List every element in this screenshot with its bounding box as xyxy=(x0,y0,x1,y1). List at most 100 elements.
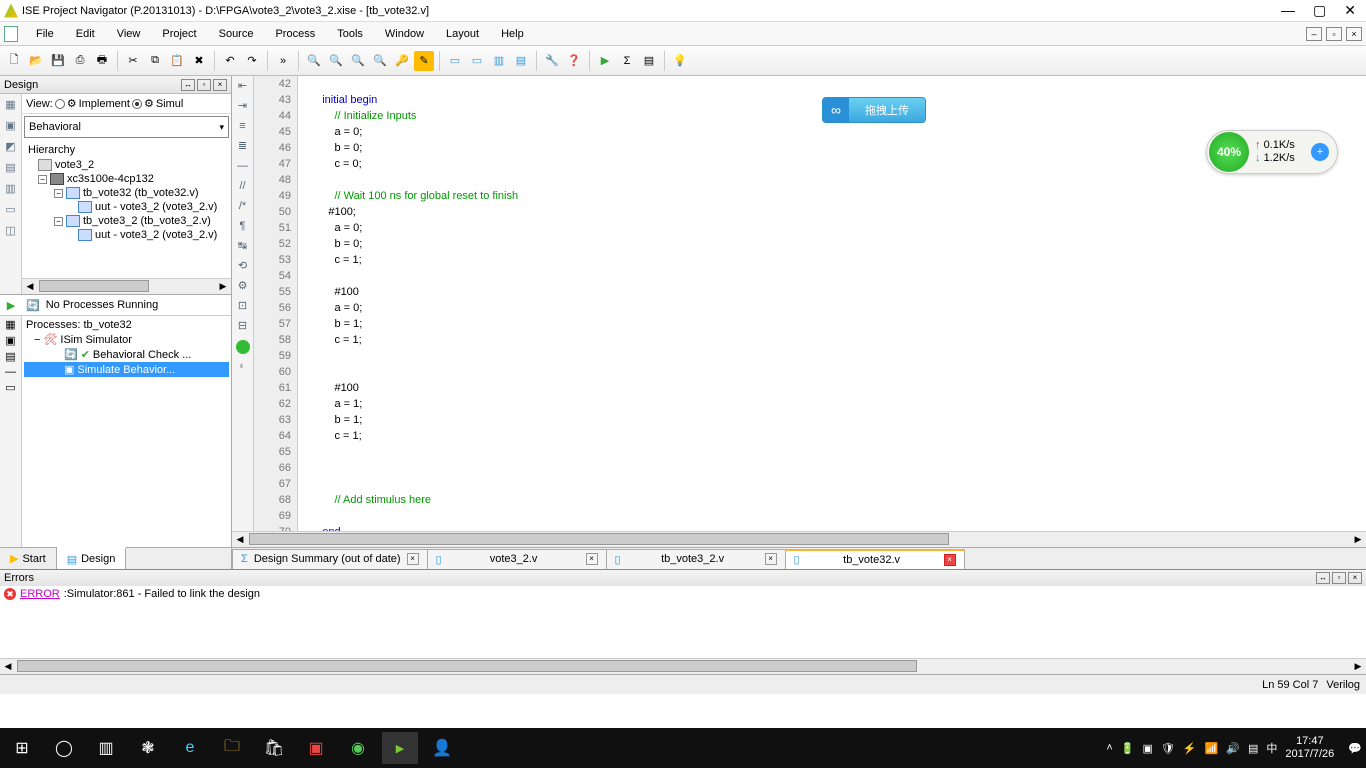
ise-taskbar-icon[interactable]: ▶ xyxy=(382,732,418,764)
menu-file[interactable]: File xyxy=(26,26,64,42)
close-button[interactable]: ✕ xyxy=(1344,2,1356,19)
proc-simulate[interactable]: ▣Simulate Behavior... xyxy=(24,362,229,377)
tree-device[interactable]: xc3s100e-4cp132 xyxy=(67,173,154,185)
undo-button[interactable]: ↶ xyxy=(220,51,240,71)
minimize-button[interactable]: — xyxy=(1281,2,1295,19)
proc-isim[interactable]: −🛠ISim Simulator xyxy=(24,332,229,347)
win4-button[interactable]: ▤ xyxy=(511,51,531,71)
tray-3[interactable]: 🛡 xyxy=(1161,742,1175,755)
st-3[interactable]: ◩ xyxy=(2,138,20,156)
lang-icon[interactable]: 中 xyxy=(1266,740,1277,756)
et-9[interactable]: ↹ xyxy=(234,238,252,256)
hierarchy-tree[interactable]: Hierarchy vote3_2 −xc3s100e-4cp132 −tb_v… xyxy=(22,140,231,278)
win3-button[interactable]: ▥ xyxy=(489,51,509,71)
code-editor[interactable]: 4243444546474849505152535455565758596061… xyxy=(254,76,1366,531)
start-button[interactable]: ⊞ xyxy=(4,732,40,764)
st-4[interactable]: ▤ xyxy=(2,159,20,177)
tray-up-icon[interactable]: ˄ xyxy=(1106,742,1112,754)
et-5[interactable]: — xyxy=(234,158,252,176)
st-7[interactable]: ◫ xyxy=(2,222,20,240)
notif-icon[interactable]: 💬 xyxy=(1348,742,1362,755)
tray-4[interactable]: ⚡ xyxy=(1183,742,1197,755)
pst-4[interactable]: — xyxy=(5,366,16,378)
menu-process[interactable]: Process xyxy=(265,26,325,42)
pst-5[interactable]: ▭ xyxy=(5,381,15,394)
find-button[interactable]: 🔍 xyxy=(304,51,324,71)
et-2[interactable]: ⇥ xyxy=(234,98,252,116)
key-button[interactable]: 🔑 xyxy=(392,51,412,71)
tab-design[interactable]: ▤Design xyxy=(57,547,127,569)
taskbar-clock[interactable]: 17:472017/7/26 xyxy=(1285,735,1334,761)
edge-icon[interactable]: e xyxy=(172,732,208,764)
st-1[interactable]: ▦ xyxy=(2,96,20,114)
volume-icon[interactable]: 🔊 xyxy=(1226,742,1240,755)
expand-icon[interactable]: − xyxy=(54,189,63,198)
doc-tab[interactable]: ▯tb_vote32.v× xyxy=(785,549,965,569)
menu-edit[interactable]: Edit xyxy=(66,26,105,42)
et-7[interactable]: /* xyxy=(234,198,252,216)
speed-widget[interactable]: 40% ↑ 0.1K/s ↓ 1.2K/s + xyxy=(1206,130,1338,174)
wifi-icon[interactable]: 📶 xyxy=(1205,742,1219,755)
findfiles-button[interactable]: 🔍 xyxy=(370,51,390,71)
taskview-button[interactable]: ▥ xyxy=(88,732,124,764)
sim-combo[interactable]: Behavioral ▾ xyxy=(24,116,229,138)
app-3[interactable]: ◉ xyxy=(340,732,376,764)
impl-radio[interactable] xyxy=(55,99,65,109)
refresh-icon[interactable]: 🔄 xyxy=(26,299,40,312)
expand-icon[interactable]: − xyxy=(38,175,47,184)
store-icon[interactable]: 🛍 xyxy=(256,732,292,764)
highlight-button[interactable]: ✎ xyxy=(414,51,434,71)
st-6[interactable]: ▭ xyxy=(2,201,20,219)
upload-widget[interactable]: ∞ 拖拽上传 xyxy=(822,97,926,123)
app-4[interactable]: 👤 xyxy=(424,732,460,764)
tip-button[interactable]: 💡 xyxy=(670,51,690,71)
et-8[interactable]: ¶ xyxy=(234,218,252,236)
err-float[interactable]: ▫ xyxy=(1332,572,1346,584)
win2-button[interactable]: ▭ xyxy=(467,51,487,71)
summary-button[interactable]: Σ xyxy=(617,51,637,71)
run-icon[interactable]: ▶ xyxy=(0,299,22,312)
tree-uut1[interactable]: uut - vote3_2 (vote3_2.v) xyxy=(95,201,217,213)
hierarchy-scrollbar[interactable]: ◀▶ xyxy=(22,278,231,294)
findprev-button[interactable]: 🔍 xyxy=(348,51,368,71)
st-5[interactable]: ▥ xyxy=(2,180,20,198)
app-2[interactable]: ▣ xyxy=(298,732,334,764)
menu-help[interactable]: Help xyxy=(491,26,534,42)
tray-2[interactable]: ▣ xyxy=(1142,742,1152,755)
editor-scrollbar[interactable]: ◀▶ xyxy=(232,531,1366,547)
errors-body[interactable]: ✖ ERROR:Simulator:861 - Failed to link t… xyxy=(0,586,1366,658)
errors-scrollbar[interactable]: ◀▶ xyxy=(0,658,1366,674)
pane-expand[interactable]: ↔ xyxy=(181,79,195,91)
pst-1[interactable]: ▦ xyxy=(5,318,15,331)
doc-tab[interactable]: ▯tb_vote3_2.v× xyxy=(606,549,786,569)
tray-1[interactable]: 🔋 xyxy=(1121,742,1135,755)
et-4[interactable]: ≣ xyxy=(234,138,252,156)
proc-check[interactable]: 🔄✔Behavioral Check ... xyxy=(24,347,229,362)
mdi-close[interactable]: × xyxy=(1346,27,1362,41)
delete-button[interactable]: ✖ xyxy=(189,51,209,71)
doc-tab[interactable]: ▯vote3_2.v× xyxy=(427,549,607,569)
ime-icon[interactable]: ▤ xyxy=(1248,742,1258,755)
go-icon[interactable] xyxy=(236,340,250,354)
menu-tools[interactable]: Tools xyxy=(327,26,373,42)
menu-window[interactable]: Window xyxy=(375,26,434,42)
more-button[interactable]: » xyxy=(273,51,293,71)
settings-button[interactable]: 🔧 xyxy=(542,51,562,71)
pane-float[interactable]: ▫ xyxy=(197,79,211,91)
tab-start[interactable]: ▶Start xyxy=(0,548,57,569)
doc-tab[interactable]: ΣDesign Summary (out of date)× xyxy=(232,549,428,569)
sim-radio[interactable] xyxy=(132,99,142,109)
et-15[interactable]: ◐ xyxy=(234,358,252,376)
help-tool-button[interactable]: ❓ xyxy=(564,51,584,71)
err-expand[interactable]: ↔ xyxy=(1316,572,1330,584)
cortana-button[interactable]: ◯ xyxy=(46,732,82,764)
error-link[interactable]: ERROR xyxy=(20,588,60,600)
menu-layout[interactable]: Layout xyxy=(436,26,489,42)
et-10[interactable]: ⟲ xyxy=(234,258,252,276)
paste-button[interactable]: 📋 xyxy=(167,51,187,71)
mdi-minimize[interactable]: – xyxy=(1306,27,1322,41)
open-button[interactable]: 📂 xyxy=(26,51,46,71)
run-button[interactable]: ▶ xyxy=(595,51,615,71)
cut-button[interactable]: ✂ xyxy=(123,51,143,71)
tree-uut2[interactable]: uut - vote3_2 (vote3_2.v) xyxy=(95,229,217,241)
